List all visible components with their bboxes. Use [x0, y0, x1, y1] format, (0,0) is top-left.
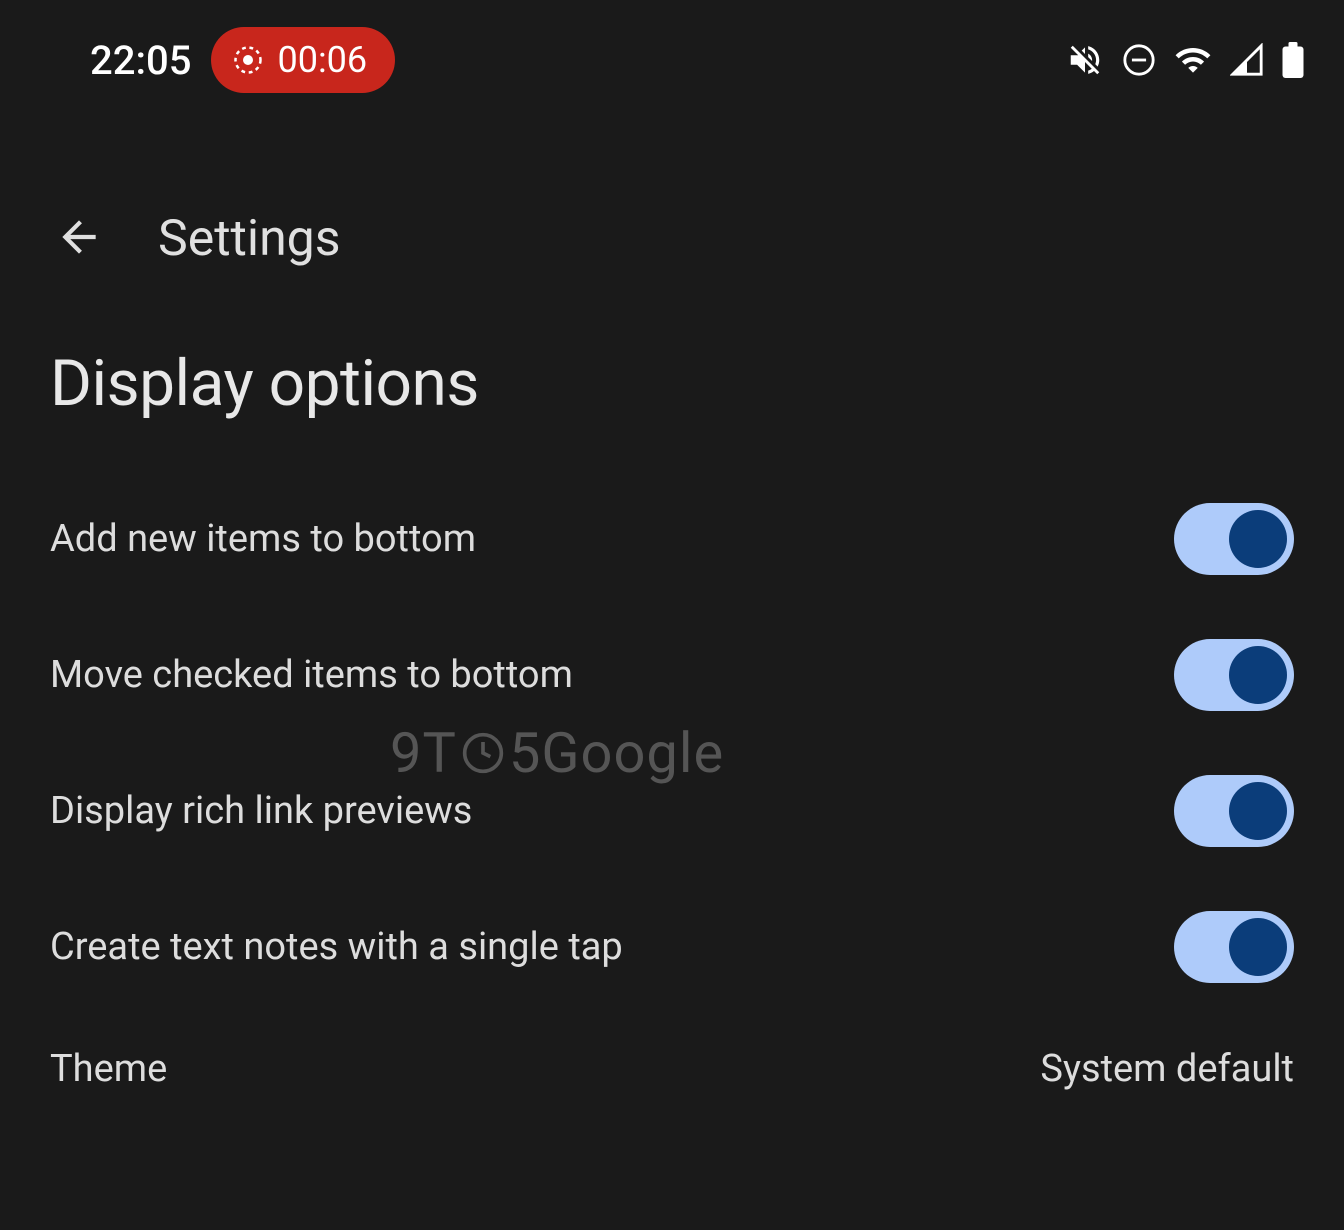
section-title: Display options [50, 346, 1294, 421]
setting-label: Theme [50, 1047, 167, 1091]
setting-rich-link-previews[interactable]: Display rich link previews [50, 743, 1294, 879]
do-not-disturb-icon [1122, 43, 1156, 77]
battery-icon [1282, 42, 1304, 78]
setting-label: Create text notes with a single tap [50, 925, 623, 969]
recording-time: 00:06 [277, 39, 367, 81]
status-bar: 22:05 00:06 [0, 0, 1344, 120]
toggle-thumb [1229, 646, 1287, 704]
toggle-thumb [1229, 510, 1287, 568]
record-icon [233, 45, 263, 75]
status-bar-left: 22:05 00:06 [90, 27, 395, 93]
arrow-back-icon [54, 212, 104, 266]
setting-value: System default [1040, 1047, 1294, 1091]
settings-content: Display options Add new items to bottom … [0, 346, 1344, 1123]
app-bar: Settings [0, 180, 1344, 298]
signal-icon [1230, 43, 1264, 77]
page-title: Settings [158, 210, 341, 268]
setting-single-tap-notes[interactable]: Create text notes with a single tap [50, 879, 1294, 1015]
toggle-switch[interactable] [1174, 503, 1294, 575]
toggle-switch[interactable] [1174, 639, 1294, 711]
setting-theme[interactable]: Theme System default [50, 1015, 1294, 1123]
setting-move-checked-items[interactable]: Move checked items to bottom [50, 607, 1294, 743]
back-button[interactable] [50, 210, 108, 268]
status-bar-right [1066, 41, 1304, 79]
toggle-thumb [1229, 782, 1287, 840]
setting-add-new-items[interactable]: Add new items to bottom [50, 471, 1294, 607]
toggle-thumb [1229, 918, 1287, 976]
screen-recording-pill[interactable]: 00:06 [211, 27, 395, 93]
setting-label: Add new items to bottom [50, 517, 476, 561]
volume-muted-icon [1066, 41, 1104, 79]
clock: 22:05 [90, 37, 191, 84]
toggle-switch[interactable] [1174, 911, 1294, 983]
toggle-switch[interactable] [1174, 775, 1294, 847]
setting-label: Display rich link previews [50, 789, 472, 833]
wifi-icon [1174, 41, 1212, 79]
setting-label: Move checked items to bottom [50, 653, 573, 697]
